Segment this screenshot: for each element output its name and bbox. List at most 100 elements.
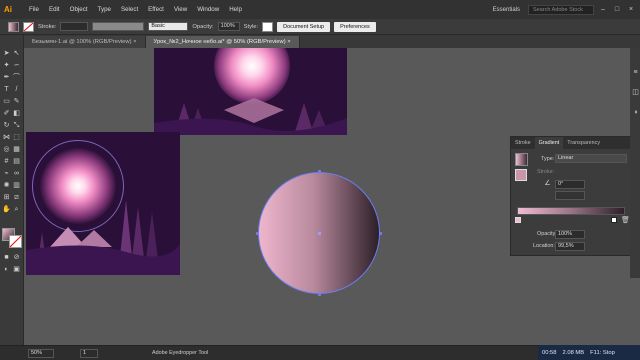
pen-tool-icon[interactable]: ✒ [2,73,11,82]
opacity-field[interactable]: 100% [217,22,240,31]
stock-search-input[interactable]: Search Adobe Stock [528,4,594,15]
current-tool-label: Adobe Eyedropper Tool [152,350,209,356]
opacity-label: Opacity: [537,231,557,237]
memory-usage: 2.08 MB [562,349,585,356]
angle-icon: ∠ [544,180,551,187]
maximize-icon[interactable]: □ [612,5,622,15]
menu-effect[interactable]: Effect [143,6,169,13]
tab-transparency[interactable]: Transparency [563,140,604,146]
tools-panel: ➤ ↖ ✦ ∽ ✒ ⌒ T / ▭ ✎ ✐ ◧ ↻ ⤡ ⋈ ⬚ ◎ ▦ # ▤ … [0,35,24,345]
symbol-sprayer-icon[interactable]: ✺ [2,181,11,190]
menu-window[interactable]: Window [192,6,224,13]
tab-label: Безымян-1.ai @ 100% (RGB/Preview) [32,39,132,45]
layers-icon[interactable]: ◫ [631,88,640,97]
menu-object[interactable]: Object [65,6,93,13]
rectangle-tool-icon[interactable]: ▭ [2,97,11,106]
tab-gradient[interactable]: Gradient [534,137,564,149]
aspect-field[interactable] [555,191,585,200]
gradient-type-select[interactable]: Linear [555,154,627,163]
lasso-icon[interactable]: ∽ [12,61,21,70]
workspace-switcher[interactable]: Essentials [489,7,524,13]
gradient-preview-swatch[interactable] [515,153,528,166]
mesh-tool-icon[interactable]: # [2,157,11,166]
line-tool-icon[interactable]: / [12,85,21,94]
anchor-point[interactable] [318,293,321,296]
tab-label: Урок_№2_Ночное небо.ai* @ 50% (RGB/Previ… [153,39,286,45]
panel-tabs: Stroke Gradient Transparency [511,137,631,149]
stroke-swatch[interactable] [23,21,34,32]
color-mode-icon[interactable]: ■ [2,253,11,262]
illustrator-window: Ai File Edit Object Type Select Effect V… [0,0,640,360]
type-tool-icon[interactable]: T [2,85,11,94]
delete-stop-icon[interactable]: 🗑 [621,216,630,225]
center-point[interactable] [318,232,321,235]
type-label: Type: [541,156,555,162]
anchor-point[interactable] [256,232,259,235]
stop-hotkey[interactable]: F11: Stop [590,350,615,356]
minimize-icon[interactable]: – [598,5,608,15]
tab-document-1[interactable]: Безымян-1.ai @ 100% (RGB/Preview) × [24,36,146,48]
zoom-tool-icon[interactable]: ⌕ [12,205,21,214]
document-setup-button[interactable]: Document Setup [277,21,331,32]
artboard-night-sky-top[interactable] [154,48,347,135]
menu-view[interactable]: View [169,6,192,13]
artboard-navigator[interactable]: 1 [80,349,98,358]
blend-tool-icon[interactable]: ∞ [12,169,21,178]
style-swatch[interactable] [262,21,274,32]
start-color-stop[interactable] [515,217,521,223]
width-tool-icon[interactable]: ⋈ [2,133,11,142]
menu-help[interactable]: Help [224,6,247,13]
eraser-icon[interactable]: ◧ [12,109,21,118]
stop-location-field[interactable]: 99,5% [555,242,585,251]
zoom-field[interactable]: 50% [28,349,54,358]
anchor-point[interactable] [318,170,321,173]
stroke-color-icon[interactable] [9,235,22,248]
preferences-button[interactable]: Preferences [334,21,376,32]
gradient-tool-icon[interactable]: ▤ [12,157,21,166]
angle-field[interactable]: 0° [555,180,585,189]
stop-opacity-field[interactable]: 100% [555,230,585,239]
anchor-point[interactable] [379,232,382,235]
landscape-left [26,200,180,275]
fill-swatch[interactable] [8,21,19,32]
tab-document-2[interactable]: Урок_№2_Ночное небо.ai* @ 50% (RGB/Previ… [145,36,300,48]
brush-definition[interactable]: Basic [148,22,189,31]
collapsed-panels-strip: ≡ ◫ ◑ [630,48,640,278]
variable-width-field[interactable] [92,22,145,31]
gradient-ramp[interactable] [517,207,625,215]
paintbrush-icon[interactable]: ✎ [12,97,21,106]
close-icon[interactable]: × [626,5,636,15]
graph-tool-icon[interactable]: ▥ [12,181,21,190]
properties-icon[interactable]: ≡ [631,68,640,77]
shape-builder-icon[interactable]: ◎ [2,145,11,154]
eyedropper-icon[interactable]: ⌁ [2,169,11,178]
scale-tool-icon[interactable]: ⤡ [12,121,21,130]
free-transform-icon[interactable]: ⬚ [12,133,21,142]
perspective-grid-icon[interactable]: ▦ [12,145,21,154]
fill-stroke-swatch[interactable] [515,169,527,181]
artboard-tool-icon[interactable]: ⊞ [2,193,11,202]
magic-wand-icon[interactable]: ✦ [2,61,11,70]
menu-file[interactable]: File [24,6,44,13]
control-bar: Stroke: Basic Opacity: 100% Style: Docum… [0,19,640,35]
menu-edit[interactable]: Edit [44,6,65,13]
none-mode-icon[interactable]: ⊘ [12,253,21,262]
draw-mode-icon[interactable]: ◐ [2,265,11,274]
hand-tool-icon[interactable]: ✋ [2,205,11,214]
menu-select[interactable]: Select [116,6,143,13]
landscape-top [154,98,347,135]
slice-tool-icon[interactable]: ⧄ [12,193,21,202]
selection-tool-icon[interactable]: ➤ [2,49,11,58]
curvature-tool-icon[interactable]: ⌒ [12,73,21,82]
end-color-stop[interactable] [611,217,617,223]
style-label: Style: [243,23,259,30]
direct-selection-tool-icon[interactable]: ↖ [12,49,21,58]
screen-mode-icon[interactable]: ▣ [12,265,21,274]
stroke-weight-field[interactable] [60,22,89,31]
rotate-tool-icon[interactable]: ↻ [2,121,11,130]
color-icon[interactable]: ◑ [631,108,640,117]
tab-stroke[interactable]: Stroke [511,140,535,146]
shaper-tool-icon[interactable]: ✐ [2,109,11,118]
artboard-night-sky-left[interactable] [26,132,180,275]
menu-type[interactable]: Type [93,6,116,13]
